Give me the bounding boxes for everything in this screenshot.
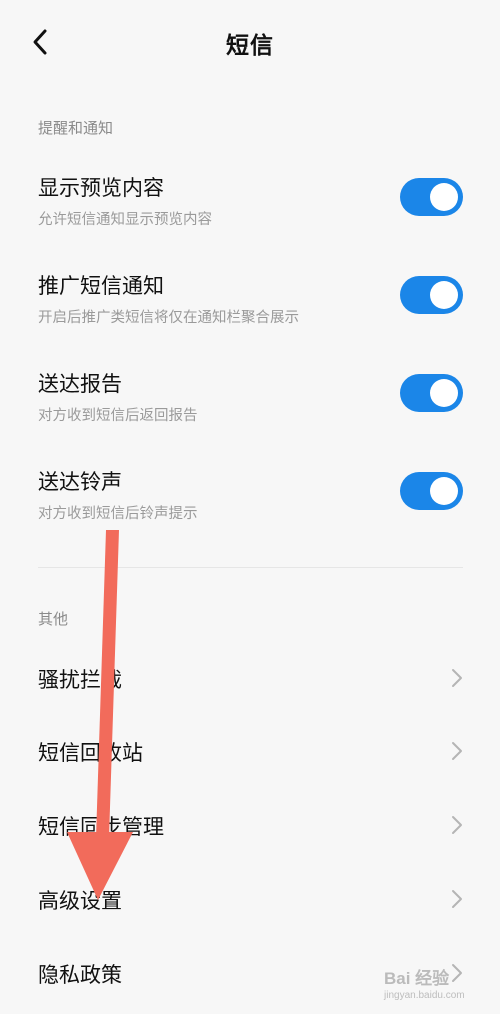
setting-title: 推广短信通知 (38, 274, 164, 298)
setting-row-preview[interactable]: 显示预览内容 允许短信通知显示预览内容 (0, 172, 500, 252)
setting-row-promo[interactable]: 推广短信通知 开启后推广类短信将仅在通知栏聚合展示 (0, 270, 500, 350)
toggle-switch[interactable] (400, 276, 463, 314)
section-title-notifications: 提醒和通知 (38, 119, 114, 137)
toggle-knob (430, 281, 458, 309)
toggle-knob (430, 379, 458, 407)
page-title: 短信 (226, 33, 274, 59)
section-divider (38, 567, 463, 568)
setting-row-delivery-ringtone[interactable]: 送达铃声 对方收到短信后铃声提示 (0, 466, 500, 546)
toggle-knob (430, 477, 458, 505)
chevron-right-icon (452, 890, 462, 908)
chevron-right-icon (452, 964, 462, 982)
nav-item-advanced-settings[interactable]: 高级设置 (0, 872, 500, 926)
setting-subtitle: 允许短信通知显示预览内容 (38, 212, 212, 228)
setting-subtitle: 对方收到短信后返回报告 (38, 408, 198, 424)
header: 短信 (0, 0, 500, 84)
toggle-switch[interactable] (400, 472, 463, 510)
setting-title: 送达铃声 (38, 470, 122, 494)
nav-item-spam-block[interactable]: 骚扰拦截 (0, 651, 500, 705)
nav-item-recycle-bin[interactable]: 短信回收站 (0, 724, 500, 778)
setting-subtitle: 开启后推广类短信将仅在通知栏聚合展示 (38, 310, 299, 326)
nav-item-label: 高级设置 (38, 889, 122, 913)
toggle-knob (430, 183, 458, 211)
nav-item-label: 短信同步管理 (38, 815, 164, 839)
toggle-switch[interactable] (400, 374, 463, 412)
nav-item-sync-management[interactable]: 短信同步管理 (0, 798, 500, 852)
setting-subtitle: 对方收到短信后铃声提示 (38, 506, 198, 522)
nav-item-label: 隐私政策 (38, 963, 122, 987)
chevron-right-icon (452, 669, 462, 687)
nav-item-privacy-policy[interactable]: 隐私政策 (0, 946, 500, 1000)
chevron-right-icon (452, 742, 462, 760)
section-title-others: 其他 (38, 610, 69, 628)
nav-item-label: 骚扰拦截 (38, 668, 122, 692)
nav-item-label: 短信回收站 (38, 741, 143, 765)
setting-title: 送达报告 (38, 372, 122, 396)
chevron-right-icon (452, 816, 462, 834)
setting-row-delivery-report[interactable]: 送达报告 对方收到短信后返回报告 (0, 368, 500, 448)
toggle-switch[interactable] (400, 178, 463, 216)
setting-title: 显示预览内容 (38, 176, 164, 200)
